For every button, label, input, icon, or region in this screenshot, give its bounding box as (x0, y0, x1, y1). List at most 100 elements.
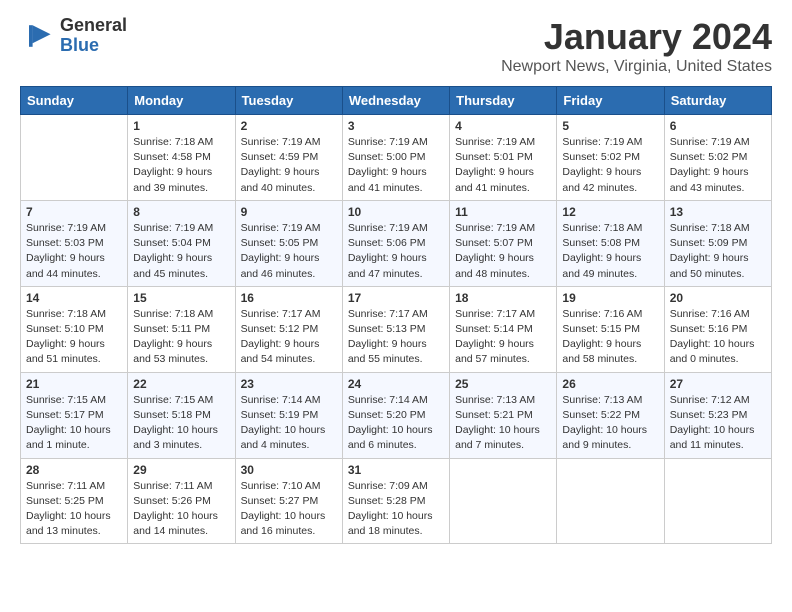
day-info: Sunrise: 7:13 AM Sunset: 5:22 PM Dayligh… (562, 393, 658, 454)
logo-text: General Blue (60, 16, 127, 56)
header-day-thursday: Thursday (450, 87, 557, 115)
day-number: 30 (241, 463, 337, 477)
day-number: 18 (455, 291, 551, 305)
header-day-wednesday: Wednesday (342, 87, 449, 115)
day-info: Sunrise: 7:19 AM Sunset: 5:04 PM Dayligh… (133, 221, 229, 282)
calendar-cell: 18 Sunrise: 7:17 AM Sunset: 5:14 PM Dayli… (450, 286, 557, 372)
calendar-cell (21, 115, 128, 201)
day-info: Sunrise: 7:16 AM Sunset: 5:15 PM Dayligh… (562, 307, 658, 368)
day-info: Sunrise: 7:15 AM Sunset: 5:18 PM Dayligh… (133, 393, 229, 454)
calendar-cell: 28Sunrise: 7:11 AM Sunset: 5:25 PM Dayli… (21, 458, 128, 544)
calendar-cell: 15 Sunrise: 7:18 AM Sunset: 5:11 PM Dayli… (128, 286, 235, 372)
day-number: 3 (348, 119, 444, 133)
day-number: 11 (455, 205, 551, 219)
calendar-cell: 4 Sunrise: 7:19 AM Sunset: 5:01 PM Daylig… (450, 115, 557, 201)
day-number: 26 (562, 377, 658, 391)
calendar-cell: 12 Sunrise: 7:18 AM Sunset: 5:08 PM Dayli… (557, 200, 664, 286)
calendar-cell: 30 Sunrise: 7:10 AM Sunset: 5:27 PM Dayli… (235, 458, 342, 544)
calendar-table: SundayMondayTuesdayWednesdayThursdayFrid… (20, 86, 772, 544)
logo-icon (20, 18, 56, 54)
day-info: Sunrise: 7:18 AM Sunset: 5:09 PM Dayligh… (670, 221, 766, 282)
calendar-cell: 11 Sunrise: 7:19 AM Sunset: 5:07 PM Dayli… (450, 200, 557, 286)
calendar-cell: 23 Sunrise: 7:14 AM Sunset: 5:19 PM Dayli… (235, 372, 342, 458)
calendar-cell: 27 Sunrise: 7:12 AM Sunset: 5:23 PM Dayli… (664, 372, 771, 458)
calendar-cell (557, 458, 664, 544)
day-number: 17 (348, 291, 444, 305)
header-day-tuesday: Tuesday (235, 87, 342, 115)
day-number: 13 (670, 205, 766, 219)
day-number: 15 (133, 291, 229, 305)
day-info: Sunrise: 7:13 AM Sunset: 5:21 PM Dayligh… (455, 393, 551, 454)
day-number: 9 (241, 205, 337, 219)
day-number: 5 (562, 119, 658, 133)
header-row: SundayMondayTuesdayWednesdayThursdayFrid… (21, 87, 772, 115)
day-info: Sunrise: 7:19 AM Sunset: 5:00 PM Dayligh… (348, 135, 444, 196)
location: Newport News, Virginia, United States (501, 58, 772, 76)
logo-general: General (60, 16, 127, 36)
day-info: Sunrise: 7:18 AM Sunset: 4:58 PM Dayligh… (133, 135, 229, 196)
day-info: Sunrise: 7:18 AM Sunset: 5:10 PM Dayligh… (26, 307, 122, 368)
day-number: 12 (562, 205, 658, 219)
day-info: Sunrise: 7:19 AM Sunset: 4:59 PM Dayligh… (241, 135, 337, 196)
day-info: Sunrise: 7:15 AM Sunset: 5:17 PM Dayligh… (26, 393, 122, 454)
header-day-sunday: Sunday (21, 87, 128, 115)
calendar-cell: 24 Sunrise: 7:14 AM Sunset: 5:20 PM Dayli… (342, 372, 449, 458)
week-row-1: 7Sunrise: 7:19 AM Sunset: 5:03 PM Daylig… (21, 200, 772, 286)
day-number: 23 (241, 377, 337, 391)
day-info: Sunrise: 7:19 AM Sunset: 5:02 PM Dayligh… (670, 135, 766, 196)
day-number: 31 (348, 463, 444, 477)
day-info: Sunrise: 7:14 AM Sunset: 5:19 PM Dayligh… (241, 393, 337, 454)
day-number: 24 (348, 377, 444, 391)
day-number: 21 (26, 377, 122, 391)
calendar-cell: 31 Sunrise: 7:09 AM Sunset: 5:28 PM Dayli… (342, 458, 449, 544)
day-info: Sunrise: 7:11 AM Sunset: 5:26 PM Dayligh… (133, 479, 229, 540)
calendar-cell: 3 Sunrise: 7:19 AM Sunset: 5:00 PM Daylig… (342, 115, 449, 201)
day-info: Sunrise: 7:18 AM Sunset: 5:11 PM Dayligh… (133, 307, 229, 368)
day-info: Sunrise: 7:14 AM Sunset: 5:20 PM Dayligh… (348, 393, 444, 454)
day-info: Sunrise: 7:09 AM Sunset: 5:28 PM Dayligh… (348, 479, 444, 540)
day-info: Sunrise: 7:19 AM Sunset: 5:02 PM Dayligh… (562, 135, 658, 196)
calendar-body: 1Sunrise: 7:18 AM Sunset: 4:58 PM Daylig… (21, 115, 772, 544)
day-number: 28 (26, 463, 122, 477)
calendar-cell: 14Sunrise: 7:18 AM Sunset: 5:10 PM Dayli… (21, 286, 128, 372)
calendar-cell: 29 Sunrise: 7:11 AM Sunset: 5:26 PM Dayli… (128, 458, 235, 544)
day-info: Sunrise: 7:17 AM Sunset: 5:13 PM Dayligh… (348, 307, 444, 368)
week-row-4: 28Sunrise: 7:11 AM Sunset: 5:25 PM Dayli… (21, 458, 772, 544)
day-number: 20 (670, 291, 766, 305)
day-number: 7 (26, 205, 122, 219)
calendar-cell: 20Sunrise: 7:16 AM Sunset: 5:16 PM Dayli… (664, 286, 771, 372)
month-title: January 2024 (501, 16, 772, 58)
week-row-0: 1Sunrise: 7:18 AM Sunset: 4:58 PM Daylig… (21, 115, 772, 201)
calendar-cell: 26 Sunrise: 7:13 AM Sunset: 5:22 PM Dayli… (557, 372, 664, 458)
day-number: 22 (133, 377, 229, 391)
day-info: Sunrise: 7:17 AM Sunset: 5:14 PM Dayligh… (455, 307, 551, 368)
day-number: 6 (670, 119, 766, 133)
day-number: 4 (455, 119, 551, 133)
day-number: 27 (670, 377, 766, 391)
calendar-cell: 5 Sunrise: 7:19 AM Sunset: 5:02 PM Daylig… (557, 115, 664, 201)
calendar-cell: 16Sunrise: 7:17 AM Sunset: 5:12 PM Dayli… (235, 286, 342, 372)
calendar-cell: 25Sunrise: 7:13 AM Sunset: 5:21 PM Dayli… (450, 372, 557, 458)
day-info: Sunrise: 7:19 AM Sunset: 5:01 PM Dayligh… (455, 135, 551, 196)
calendar-cell: 7Sunrise: 7:19 AM Sunset: 5:03 PM Daylig… (21, 200, 128, 286)
header-day-monday: Monday (128, 87, 235, 115)
day-info: Sunrise: 7:19 AM Sunset: 5:06 PM Dayligh… (348, 221, 444, 282)
calendar-cell: 2Sunrise: 7:19 AM Sunset: 4:59 PM Daylig… (235, 115, 342, 201)
day-info: Sunrise: 7:18 AM Sunset: 5:08 PM Dayligh… (562, 221, 658, 282)
day-number: 10 (348, 205, 444, 219)
calendar-header: SundayMondayTuesdayWednesdayThursdayFrid… (21, 87, 772, 115)
week-row-3: 21 Sunrise: 7:15 AM Sunset: 5:17 PM Dayli… (21, 372, 772, 458)
logo: General Blue (20, 16, 127, 56)
logo-blue: Blue (60, 36, 127, 56)
calendar-cell: 9Sunrise: 7:19 AM Sunset: 5:05 PM Daylig… (235, 200, 342, 286)
day-number: 29 (133, 463, 229, 477)
day-number: 16 (241, 291, 337, 305)
day-info: Sunrise: 7:19 AM Sunset: 5:07 PM Dayligh… (455, 221, 551, 282)
calendar-cell: 13 Sunrise: 7:18 AM Sunset: 5:09 PM Dayli… (664, 200, 771, 286)
day-info: Sunrise: 7:10 AM Sunset: 5:27 PM Dayligh… (241, 479, 337, 540)
header-day-friday: Friday (557, 87, 664, 115)
day-number: 19 (562, 291, 658, 305)
day-info: Sunrise: 7:12 AM Sunset: 5:23 PM Dayligh… (670, 393, 766, 454)
calendar-cell: 6 Sunrise: 7:19 AM Sunset: 5:02 PM Daylig… (664, 115, 771, 201)
calendar-cell: 17 Sunrise: 7:17 AM Sunset: 5:13 PM Dayli… (342, 286, 449, 372)
